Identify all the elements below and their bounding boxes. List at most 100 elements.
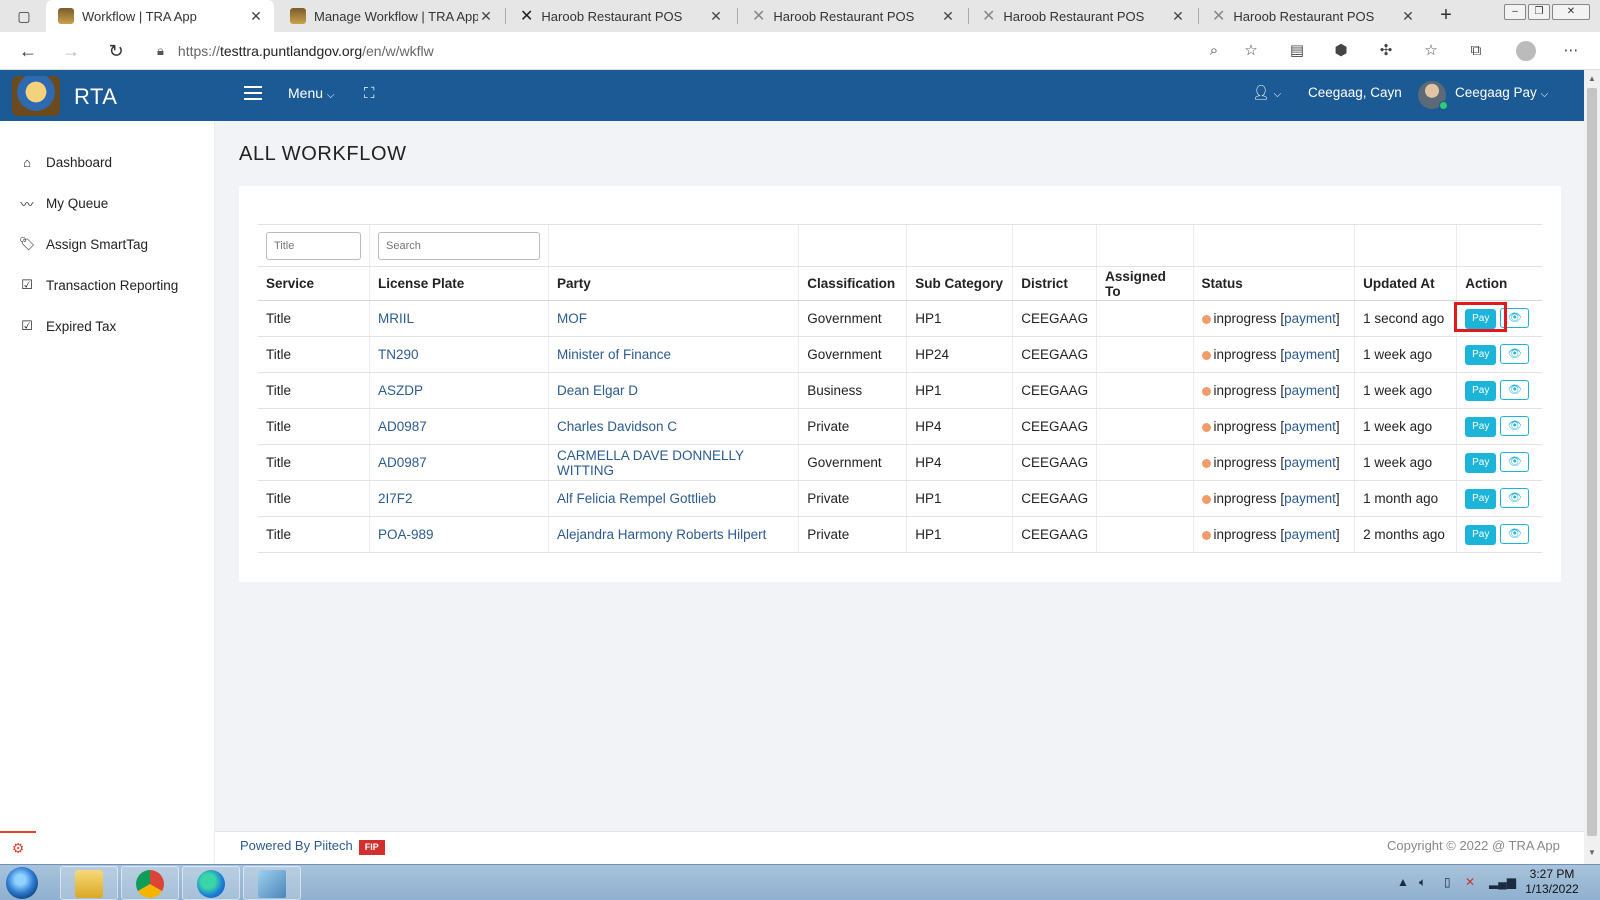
column-header[interactable]: Party [547, 266, 799, 301]
tab-haroob-pos-1[interactable]: ✕ Haroob Restaurant POS ✕ [508, 0, 734, 32]
favorite-add-icon[interactable]: ☆ [1241, 41, 1261, 61]
close-icon[interactable]: ✕ [478, 8, 494, 25]
taskbar-notepad[interactable] [243, 866, 301, 900]
signal-icon[interactable]: ▂▄▆ [1489, 875, 1516, 889]
license-plate-link[interactable]: AD0987 [378, 419, 427, 434]
pay-button[interactable]: Pay [1465, 381, 1497, 401]
powered-by[interactable]: Powered By Piitech FIP [240, 838, 385, 855]
clipboard-icon[interactable]: ▤ [1287, 41, 1307, 61]
status-payment-link[interactable]: payment [1284, 491, 1336, 506]
shield-extension-icon[interactable]: ⬢ [1331, 41, 1351, 61]
close-icon[interactable]: ✕ [708, 8, 724, 25]
scroll-thumb[interactable] [1587, 88, 1597, 836]
title-filter-input[interactable] [266, 231, 361, 260]
sidebar-item-transaction-reporting[interactable]: ☑ Transaction Reporting [18, 275, 178, 295]
column-header[interactable]: Assigned To [1096, 266, 1194, 301]
network-error-icon[interactable]: ✕ [1465, 875, 1475, 889]
column-header[interactable]: License Plate [369, 266, 549, 301]
license-plate-link[interactable]: TN290 [378, 347, 419, 362]
status-payment-link[interactable]: payment [1284, 455, 1336, 470]
taskbar-explorer[interactable] [60, 866, 118, 900]
volume-icon[interactable]: 🔈︎ [1419, 875, 1426, 890]
column-header[interactable]: Status [1192, 266, 1355, 301]
favorites-icon[interactable]: ☆ [1421, 41, 1441, 61]
user-dropdown[interactable]: 👤︎ ⌵ [1252, 84, 1281, 101]
tab-haroob-pos-2[interactable]: ✕ Haroob Restaurant POS ✕ [740, 0, 966, 32]
close-icon[interactable]: ✕ [1170, 8, 1186, 25]
party-link[interactable]: Charles Davidson C [557, 419, 677, 434]
forward-arrow-icon[interactable]: → [59, 39, 83, 63]
license-plate-link[interactable]: 2I7F2 [378, 491, 413, 506]
view-eye-icon[interactable]: 👁︎ [1500, 524, 1530, 544]
menu-dropdown[interactable]: Menu ⌵ [288, 85, 335, 101]
column-header[interactable]: Updated At [1354, 266, 1457, 301]
sidebar-item-dashboard[interactable]: ⌂ Dashboard [18, 152, 112, 172]
license-plate-link[interactable]: POA-989 [378, 527, 434, 542]
party-link[interactable]: Alejandra Harmony Roberts Hilpert [557, 527, 766, 542]
taskbar-chrome[interactable] [121, 866, 179, 900]
status-payment-link[interactable]: payment [1284, 311, 1336, 326]
restore-button[interactable]: ❐ [1528, 4, 1550, 20]
new-tab-button[interactable]: + [1434, 3, 1458, 27]
column-header[interactable]: Sub Category [906, 266, 1013, 301]
tab-workflow[interactable]: Workflow | TRA App ✕ [46, 0, 274, 32]
close-icon[interactable]: ✕ [248, 8, 264, 25]
pay-button[interactable]: Pay [1465, 417, 1497, 437]
profile-icon[interactable] [1516, 41, 1536, 61]
view-eye-icon[interactable]: 👁︎ [1500, 344, 1530, 364]
reload-icon[interactable]: ↻ [104, 39, 128, 63]
sidebar-item-expired-tax[interactable]: ☑ Expired Tax [18, 316, 116, 336]
sidebar-item-assign-smarttag[interactable]: 🏷︎ Assign SmartTag [18, 234, 148, 254]
party-link[interactable]: Alf Felicia Rempel Gottlieb [557, 491, 716, 506]
search-input[interactable] [378, 231, 540, 260]
more-menu-icon[interactable]: ⋯ [1561, 41, 1581, 61]
status-payment-link[interactable]: payment [1284, 419, 1336, 434]
view-eye-icon[interactable]: 👁︎ [1500, 416, 1530, 436]
license-plate-link[interactable]: MRIIL [378, 311, 414, 326]
status-payment-link[interactable]: payment [1284, 347, 1336, 362]
party-link[interactable]: Minister of Finance [557, 347, 671, 362]
battery-icon[interactable]: ▯ [1444, 875, 1451, 889]
pay-button[interactable]: Pay [1465, 345, 1497, 365]
pay-button[interactable]: Pay [1465, 489, 1497, 509]
tab-actions-icon[interactable]: ▢ [12, 4, 36, 28]
scroll-up-icon[interactable]: ▲ [1584, 72, 1600, 86]
clock[interactable]: 3:27 PM 1/13/2022 [1516, 867, 1588, 897]
hamburger-icon[interactable] [244, 86, 262, 100]
column-header[interactable]: Classification [798, 266, 907, 301]
vertical-scrollbar[interactable]: ▲ ▼ [1584, 70, 1600, 864]
pay-button[interactable]: Pay [1465, 525, 1497, 545]
start-button[interactable] [6, 867, 38, 899]
extensions-icon[interactable]: ✣ [1376, 41, 1396, 61]
fullscreen-icon[interactable]: ⛶ [364, 86, 380, 102]
user-menu[interactable]: Ceegaag Pay ⌵ [1455, 85, 1548, 100]
status-payment-link[interactable]: payment [1284, 383, 1336, 398]
minimize-button[interactable]: – [1504, 4, 1526, 20]
party-link[interactable]: Dean Elgar D [557, 383, 638, 398]
taskbar-edge[interactable] [182, 866, 240, 900]
column-header[interactable]: Service [258, 266, 370, 301]
tab-haroob-pos-3[interactable]: ✕ Haroob Restaurant POS ✕ [970, 0, 1196, 32]
pay-button[interactable]: Pay [1465, 453, 1497, 473]
status-payment-link[interactable]: payment [1284, 527, 1336, 542]
view-eye-icon[interactable]: 👁︎ [1500, 452, 1530, 472]
sidebar-item-my-queue[interactable]: 〰 My Queue [18, 193, 108, 213]
view-eye-icon[interactable]: 👁︎ [1500, 380, 1530, 400]
party-link[interactable]: CARMELLA DAVE DONNELLY WITTING [557, 448, 744, 478]
collections-icon[interactable]: ⧉ [1466, 41, 1486, 61]
party-link[interactable]: MOF [557, 311, 587, 326]
license-plate-link[interactable]: ASZDP [378, 383, 423, 398]
close-icon[interactable]: ✕ [1400, 8, 1416, 25]
view-eye-icon[interactable]: 👁︎ [1500, 488, 1530, 508]
tray-arrow-icon[interactable]: ▲ [1397, 875, 1409, 889]
close-icon[interactable]: ✕ [940, 8, 956, 25]
license-plate-link[interactable]: AD0987 [378, 455, 427, 470]
back-arrow-icon[interactable]: ← [16, 39, 40, 63]
tab-manage-workflow[interactable]: Manage Workflow | TRA App ✕ [278, 0, 504, 32]
zoom-icon[interactable]: ⌕ [1204, 41, 1224, 61]
tab-haroob-pos-4[interactable]: ✕ Haroob Restaurant POS ✕ [1200, 0, 1426, 32]
url-field[interactable]: 🔒︎ https://testtra.puntlandgov.org/en/w/… [145, 36, 1245, 66]
debug-bar-icon[interactable]: ⚙ [0, 831, 36, 864]
column-header[interactable]: District [1012, 266, 1097, 301]
window-close-button[interactable]: ✕ [1552, 4, 1590, 20]
